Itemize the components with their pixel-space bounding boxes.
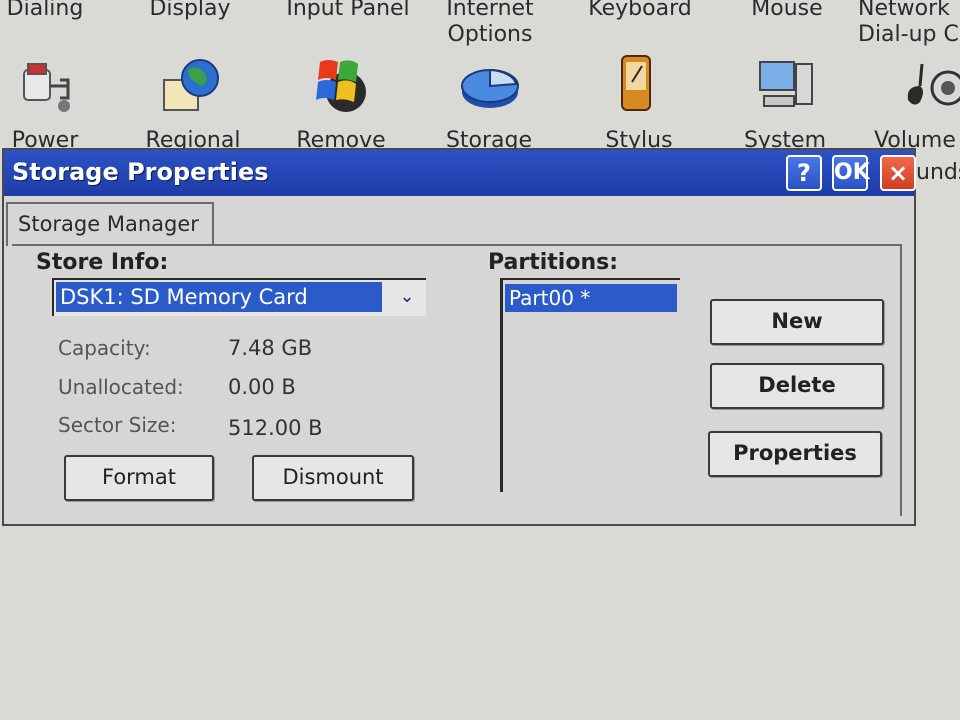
title-bar[interactable]: Storage Properties ? OK × [4,150,916,196]
list-item[interactable]: Part00 * [505,284,677,312]
chevron-down-icon[interactable]: ⌄ [392,282,422,312]
cp-item-display[interactable]: Display [125,0,255,22]
store-selected-value: DSK1: SD Memory Card [56,282,382,312]
store-dropdown[interactable]: DSK1: SD Memory Card ⌄ [52,278,426,316]
close-button[interactable]: × [880,155,916,191]
cp-item-dialing[interactable]: Dialing [0,0,110,22]
new-button[interactable]: New [710,299,884,345]
windows-flag-icon[interactable] [310,52,374,116]
cp-item-network[interactable]: Network Dial-up C [858,0,960,48]
capacity-value: 7.48 GB [228,336,313,360]
control-panel: Dialing Display Input Panel Internet Opt… [0,0,960,185]
cp-item-mouse[interactable]: Mouse [722,0,852,22]
unallocated-value: 0.00 B [228,375,296,399]
capacity-label: Capacity: [58,336,151,360]
tab-storage-manager[interactable]: Storage Manager [6,202,214,246]
desktop-background [0,530,960,720]
dialog-title: Storage Properties [12,158,269,186]
unallocated-label: Unallocated: [58,375,184,399]
cp-item-partial-label: unds [916,160,960,185]
sector-size-label: Sector Size: [58,413,177,437]
partitions-label: Partitions: [488,250,619,275]
pie-chart-icon[interactable] [458,54,522,118]
cp-item-internet-options[interactable]: Internet Options [425,0,555,48]
store-info-label: Store Info: [36,250,169,275]
partitions-list[interactable]: Part00 * [500,278,680,492]
delete-button[interactable]: Delete [710,363,884,409]
properties-button[interactable]: Properties [708,431,882,477]
ok-button[interactable]: OK [832,155,870,191]
power-icon[interactable] [14,56,78,120]
pda-icon[interactable] [604,52,668,116]
globe-icon[interactable] [160,54,224,118]
format-button[interactable]: Format [64,455,214,501]
sector-size-value: 512.00 B [228,416,323,440]
cp-item-keyboard[interactable]: Keyboard [575,0,705,22]
computer-icon[interactable] [754,56,818,120]
dismount-button[interactable]: Dismount [252,455,414,501]
cp-item-input-panel[interactable]: Input Panel [278,0,418,22]
speaker-icon[interactable] [900,56,960,120]
help-button[interactable]: ? [786,155,822,191]
